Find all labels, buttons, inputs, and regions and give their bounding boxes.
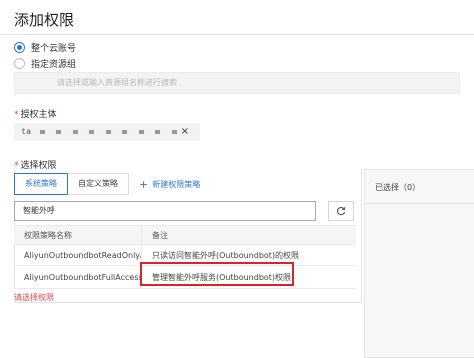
radio-checked-icon[interactable] [14,42,25,53]
tab-system-policy[interactable]: 系统策略 [14,173,68,195]
principal-value: ta [22,127,33,136]
page-title: 添加权限 [14,11,75,29]
remove-principal-icon[interactable]: × [181,123,190,141]
policy-required-error: 请选择权限 [14,293,54,302]
scope-option-account-label: 整个云账号 [31,44,77,54]
redacted-mask [122,129,128,134]
redacted-mask [56,129,62,134]
redacted-mask [171,129,177,134]
new-policy-link[interactable]: + 新建权限策略 [139,178,200,191]
resource-group-search-input[interactable]: 请选择或输入资源组名称进行搜索 [14,72,460,94]
refresh-icon [336,206,346,216]
plus-icon: + [139,177,149,191]
column-header-note: 备注 [152,230,168,240]
redacted-mask [72,129,78,134]
new-policy-label: 新建权限策略 [152,179,201,189]
column-header-name: 权限策略名称 [14,226,142,244]
scope-option-resource-group[interactable]: 指定资源组 [14,57,76,70]
radio-unchecked-icon[interactable] [14,58,25,69]
redacted-mask [105,129,111,134]
selected-count-label: 已选择（0） [365,170,474,204]
table-header-row: 权限策略名称 备注 [14,225,356,245]
redacted-mask [89,129,95,134]
redacted-mask [39,129,45,134]
redacted-mask [155,129,161,134]
principal-field[interactable]: ta × [14,123,200,141]
refresh-button[interactable] [328,201,354,221]
redacted-mask [138,129,144,134]
principal-label: * 授权主体 [14,110,57,120]
policy-name-cell: AliyunOutboundbotFullAccess [14,266,142,288]
policy-name-cell: AliyunOutboundbotReadOnlyAccess [14,245,142,265]
policy-search-input[interactable]: 智能外呼 [14,201,316,221]
annotation-highlight-box [140,262,294,286]
tab-custom-policy[interactable]: 自定义策略 [68,173,129,195]
scope-option-resource-group-label: 指定资源组 [31,60,77,70]
policy-type-tabs: 系统策略 自定义策略 + 新建权限策略 [14,173,200,195]
selected-policies-panel: 已选择（0） [364,169,474,358]
header-divider [0,34,474,35]
scope-option-account[interactable]: 整个云账号 [14,41,76,54]
